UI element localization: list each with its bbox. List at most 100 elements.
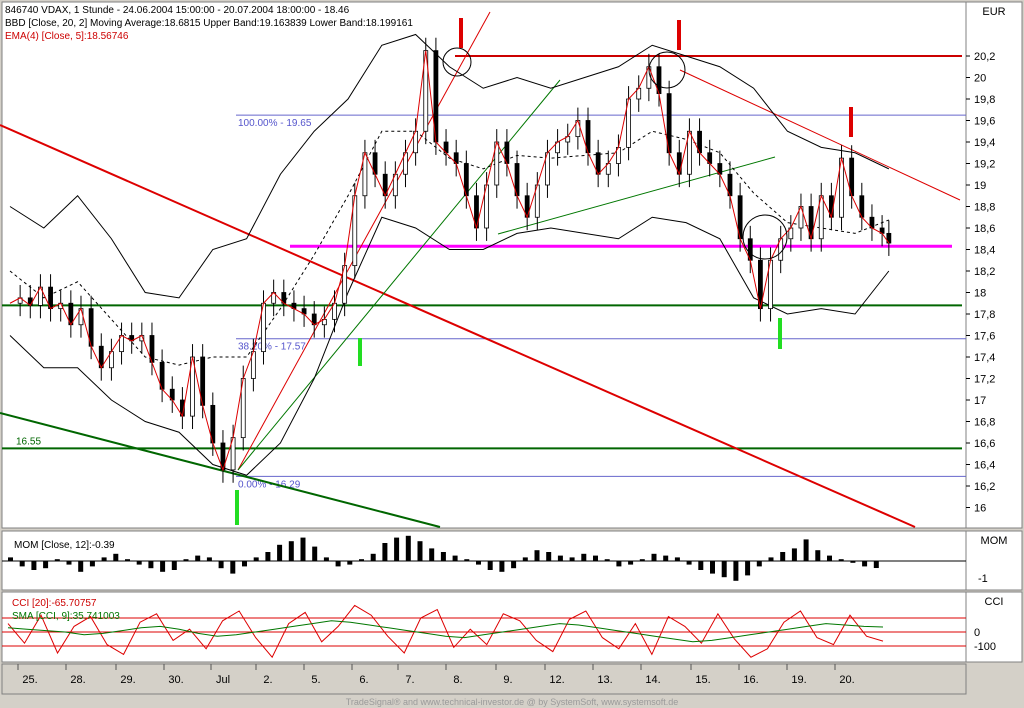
- mom-bar: [569, 557, 575, 561]
- mom-bar: [593, 555, 598, 561]
- mom-bar: [101, 557, 107, 561]
- mom-bar: [756, 561, 762, 567]
- price-tick-label: 18,6: [974, 223, 995, 235]
- price-tick-label: 18: [974, 288, 986, 300]
- mom-bar: [581, 553, 587, 561]
- mom-bar: [511, 561, 517, 569]
- mom-bar: [499, 561, 505, 572]
- cci-tick-label: 0: [974, 627, 980, 639]
- mom-bar: [768, 557, 774, 561]
- mom-bar: [417, 541, 423, 561]
- mom-bar: [288, 541, 294, 561]
- fibonacci-label: 100.00% - 19.65: [238, 118, 312, 129]
- mom-unit-label: MOM: [981, 535, 1008, 547]
- date-tick-label: 12.: [549, 674, 564, 686]
- mom-tick-label: -1: [978, 573, 988, 585]
- fibonacci-label: 38.20% - 17.57: [238, 342, 306, 353]
- ema-legend: EMA(4) [Close, 5]:18.56746: [5, 31, 129, 42]
- mom-bar: [745, 561, 751, 576]
- mom-bar: [452, 555, 458, 561]
- mom-bar: [230, 561, 236, 574]
- date-tick-label: 29.: [120, 674, 135, 686]
- price-tick-label: 16: [974, 503, 986, 515]
- price-tick-label: 16,2: [974, 481, 995, 493]
- mom-bar: [218, 561, 224, 569]
- mom-bar: [429, 548, 435, 561]
- mom-bar: [89, 561, 95, 567]
- mom-bar: [616, 561, 622, 567]
- price-tick-label: 17,8: [974, 309, 995, 321]
- mom-bar: [639, 559, 645, 561]
- mom-bar: [347, 561, 353, 565]
- mom-bar: [873, 561, 879, 569]
- price-tick-label: 19,8: [974, 94, 995, 106]
- price-tick-label: 19,2: [974, 159, 995, 171]
- date-axis: [1, 663, 967, 695]
- date-tick-label: 9.: [503, 674, 512, 686]
- cci-legend: CCI [20]:-65.70757: [12, 598, 97, 609]
- mom-bar: [440, 552, 446, 561]
- mom-bar: [487, 561, 493, 570]
- mom-bar: [827, 555, 832, 561]
- mom-bar: [710, 561, 715, 574]
- level-label: 16.55: [16, 436, 41, 447]
- mom-bar: [323, 557, 329, 561]
- mom-bar: [663, 555, 669, 561]
- mom-bar: [31, 561, 37, 570]
- mom-bar: [183, 559, 189, 561]
- date-tick-label: 2.: [263, 674, 272, 686]
- price-tick-label: 16,6: [974, 438, 995, 450]
- mom-bar: [651, 553, 657, 561]
- mom-bar: [534, 550, 540, 561]
- mom-bar: [464, 559, 470, 561]
- mom-bar: [791, 548, 797, 561]
- price-tick-label: 20,2: [974, 51, 995, 63]
- mom-bar: [405, 535, 411, 561]
- price-tick-label: 20: [974, 73, 986, 85]
- price-tick-label: 18,4: [974, 245, 995, 257]
- mom-bar: [66, 561, 72, 565]
- date-tick-label: 14.: [645, 674, 660, 686]
- price-tick-label: 17,6: [974, 331, 995, 343]
- mom-bar: [394, 537, 400, 561]
- cci-sma-legend: SMA [CCI, 9]:35.741003: [12, 611, 120, 622]
- date-tick-label: 30.: [168, 674, 183, 686]
- mom-bar: [546, 552, 552, 561]
- price-tick-label: 18,2: [974, 266, 995, 278]
- mom-bar: [136, 561, 142, 565]
- mom-bar: [253, 557, 259, 561]
- price-tick-label: 16,8: [974, 417, 995, 429]
- date-tick-label: 6.: [359, 674, 368, 686]
- mom-bar: [370, 553, 376, 561]
- mom-bar: [335, 561, 341, 567]
- date-tick-label: 15.: [695, 674, 710, 686]
- price-tick-label: 19: [974, 180, 986, 192]
- mom-bar: [8, 557, 13, 561]
- mom-bar: [382, 543, 388, 561]
- mom-bar: [206, 557, 212, 561]
- mom-bar: [160, 561, 166, 572]
- mom-bar: [815, 550, 821, 561]
- mom-bar: [312, 546, 318, 561]
- mom-bar: [604, 559, 610, 561]
- mom-bar: [300, 537, 306, 561]
- mom-bar: [277, 544, 283, 561]
- mom-bar: [674, 557, 680, 561]
- mom-bar: [171, 561, 177, 570]
- mom-bar: [733, 561, 739, 581]
- mom-bar: [265, 552, 271, 561]
- mom-bar: [522, 557, 528, 561]
- price-tick-label: 19,6: [974, 116, 995, 128]
- date-tick-label: 13.: [597, 674, 612, 686]
- mom-bar: [803, 539, 809, 561]
- footer-credit: TradeSignal® and www.technical-investor.…: [346, 697, 679, 707]
- vdax-chart: 20,2 20 19,8 19,6 19,4 19,2 19 18,8 18,6 18,4 18,2…: [0, 1, 1023, 707]
- cci-tick-label: -100: [974, 641, 996, 653]
- mom-legend: MOM [Close, 12]:-0.39: [14, 540, 115, 551]
- price-tick-label: 17,4: [974, 352, 995, 364]
- cci-unit-label: CCI: [985, 596, 1004, 608]
- date-tick-label: 20.: [839, 674, 854, 686]
- bbd-legend: BBD [Close, 20, 2] Moving Average:18.681…: [5, 18, 413, 29]
- mom-bar: [195, 555, 201, 561]
- mom-bar: [359, 559, 364, 561]
